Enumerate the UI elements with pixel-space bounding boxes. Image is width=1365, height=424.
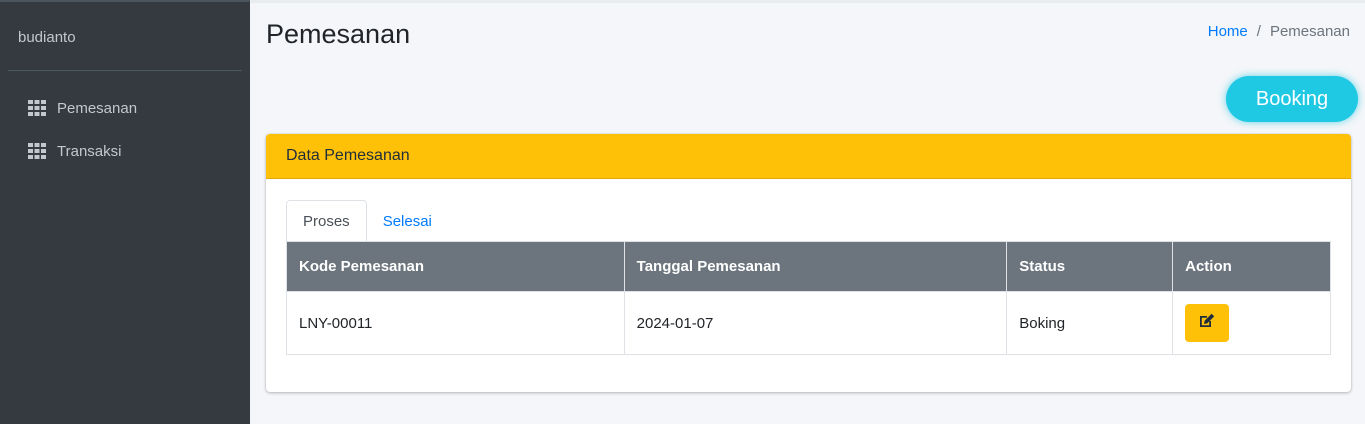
sidebar-item-label: Transaksi: [57, 142, 122, 160]
data-pemesanan-card: Data Pemesanan Proses Selesai Kode Pemes…: [266, 134, 1351, 392]
column-header-kode: Kode Pemesanan: [286, 241, 625, 292]
column-header-status: Status: [1006, 241, 1174, 292]
breadcrumb: Home / Pemesanan: [1208, 23, 1350, 40]
column-header-tanggal: Tanggal Pemesanan: [623, 241, 1008, 292]
top-border: [250, 0, 1365, 3]
tab-proses[interactable]: Proses: [286, 200, 367, 242]
card-title: Data Pemesanan: [266, 134, 1351, 179]
sidebar-divider: [8, 70, 242, 71]
table-header-row: Kode Pemesanan Tanggal Pemesanan Status …: [286, 241, 1331, 292]
cell-status: Boking: [1006, 291, 1174, 355]
user-name[interactable]: budianto: [18, 29, 76, 46]
sidebar: budianto Pemesanan Transaksi: [0, 0, 250, 424]
page-title: Pemesanan: [266, 19, 411, 49]
cell-tanggal: 2024-01-07: [623, 291, 1008, 355]
booking-button[interactable]: Booking: [1226, 76, 1358, 122]
tabs: Proses Selesai: [286, 200, 448, 242]
edit-icon: [1198, 313, 1216, 333]
grid-icon: [28, 100, 46, 116]
cell-action: [1172, 291, 1331, 355]
sidebar-item-transaksi[interactable]: Transaksi: [28, 139, 121, 163]
breadcrumb-current: Pemesanan: [1269, 23, 1350, 40]
grid-icon: [28, 143, 46, 159]
column-header-action: Action: [1172, 241, 1331, 292]
breadcrumb-home-link[interactable]: Home: [1208, 23, 1248, 40]
orders-table: Kode Pemesanan Tanggal Pemesanan Status …: [286, 241, 1331, 355]
cell-kode: LNY-00011: [286, 291, 625, 355]
tab-selesai[interactable]: Selesai: [367, 200, 448, 242]
edit-button[interactable]: [1185, 304, 1230, 342]
sidebar-item-pemesanan[interactable]: Pemesanan: [28, 96, 137, 120]
sidebar-item-label: Pemesanan: [57, 99, 138, 117]
breadcrumb-separator: /: [1256, 23, 1261, 40]
table-row: LNY-00011 2024-01-07 Boking: [286, 291, 1331, 355]
